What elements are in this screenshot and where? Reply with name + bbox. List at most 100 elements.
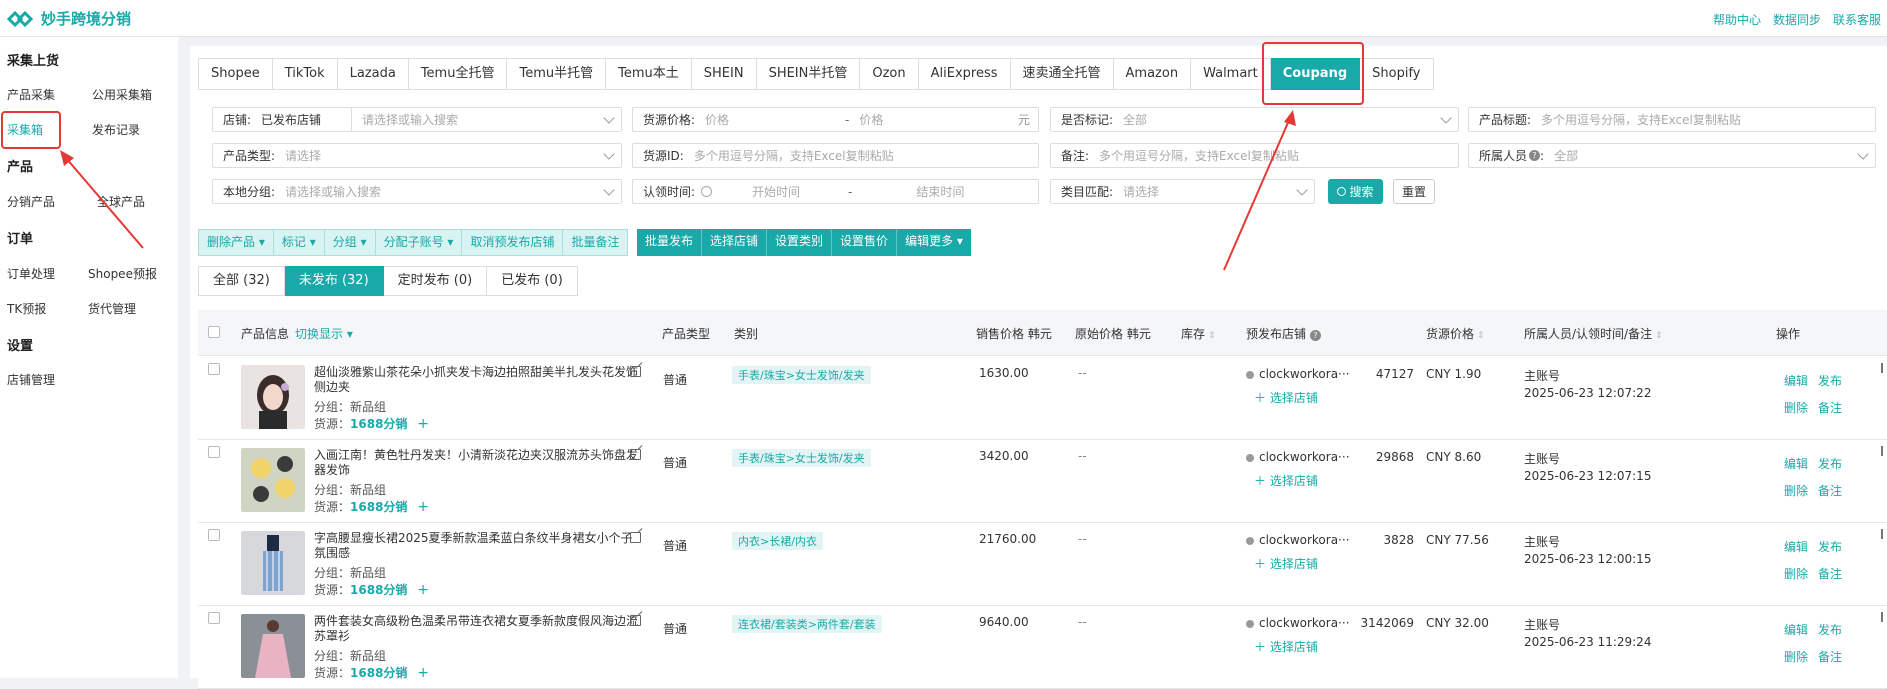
edit-link[interactable]: 编辑 (1784, 455, 1808, 472)
publish-link[interactable]: 发布 (1818, 455, 1842, 472)
row-checkbox[interactable] (208, 363, 220, 375)
store-search-input[interactable]: 请选择或输入搜索 (352, 111, 458, 128)
row-checkbox[interactable] (208, 529, 220, 541)
sidebar-item-public-collect-box[interactable]: 公用采集箱 (92, 86, 152, 103)
status-tab-scheduled[interactable]: 定时发布 (0) (383, 266, 488, 296)
tab-lazada[interactable]: Lazada (337, 58, 409, 90)
marked-filter[interactable]: 是否标记: 全部 (1050, 107, 1459, 132)
add-icon[interactable]: + (417, 665, 429, 681)
switch-display-toggle[interactable]: 切换显示 ▾ (295, 325, 353, 342)
choose-store-link[interactable]: ＋ 选择店铺 (1254, 555, 1318, 572)
data-sync-link[interactable]: 数据同步 (1773, 11, 1821, 28)
tab-aliexpress-full[interactable]: 速卖通全托管 (1010, 58, 1114, 90)
price-max-input[interactable]: 价格 (849, 111, 999, 128)
claim-time-filter[interactable]: 认领时间: 开始时间 - 结束时间 (632, 179, 1039, 204)
tab-shopee[interactable]: Shopee (198, 58, 273, 90)
delete-link[interactable]: 删除 (1784, 565, 1808, 582)
status-tab-published[interactable]: 已发布 (0) (487, 266, 578, 296)
product-image-striped-skirt[interactable] (241, 531, 305, 595)
edit-title-icon[interactable] (630, 532, 641, 543)
tab-walmart[interactable]: Walmart (1191, 58, 1271, 90)
tab-tiktok[interactable]: TikTok (272, 58, 338, 90)
edit-link[interactable]: 编辑 (1784, 538, 1808, 555)
publish-link[interactable]: 发布 (1818, 621, 1842, 638)
batch-remark-button[interactable]: 批量备注 (562, 229, 629, 256)
delete-products-button[interactable]: 删除产品 ▾ (198, 229, 273, 256)
remark-input[interactable]: 多个用逗号分隔，支持Excel复制粘贴 (1089, 147, 1299, 164)
search-button[interactable]: 搜索 (1328, 179, 1383, 204)
title-filter[interactable]: 产品标题: 多个用逗号分隔，支持Excel复制粘贴 (1468, 107, 1876, 132)
end-time-input[interactable]: 结束时间 (852, 183, 964, 200)
choose-store-link[interactable]: ＋ 选择店铺 (1254, 638, 1318, 655)
tab-amazon[interactable]: Amazon (1113, 58, 1192, 90)
sidebar-item-publish-records[interactable]: 发布记录 (92, 121, 140, 138)
sidebar-item-freight-forwarder[interactable]: 货代管理 (88, 300, 136, 317)
source-id-filter[interactable]: 货源ID: 多个用逗号分隔，支持Excel复制粘贴 (632, 143, 1039, 168)
status-tab-all[interactable]: 全部 (32) (198, 266, 285, 296)
tab-temu-full[interactable]: Temu全托管 (408, 58, 508, 90)
delete-link[interactable]: 删除 (1784, 482, 1808, 499)
edit-more-button[interactable]: 编辑更多 ▾ (897, 229, 971, 256)
publish-link[interactable]: 发布 (1818, 372, 1842, 389)
delete-link[interactable]: 删除 (1784, 399, 1808, 416)
group-search-input[interactable]: 请选择或输入搜索 (275, 183, 381, 200)
flag-icon[interactable] (1881, 446, 1887, 456)
source-link[interactable]: 1688分销 (350, 583, 407, 597)
group-button[interactable]: 分组 ▾ (323, 229, 375, 256)
select-all-checkbox[interactable] (208, 326, 220, 338)
product-image-pink-dress-set[interactable] (241, 614, 305, 678)
store-select[interactable]: 已发布店铺 (251, 111, 341, 128)
flag-icon[interactable] (1881, 363, 1887, 373)
sidebar-item-product-collect[interactable]: 产品采集 (7, 86, 55, 103)
product-title[interactable]: 字高腰显瘦长裙2025夏季新款温柔蓝白条纹半身裙女小个子氛围感 (314, 531, 642, 561)
add-icon[interactable]: + (417, 416, 429, 432)
stock-sort[interactable]: 库存 ⇕ (1181, 325, 1216, 342)
batch-publish-button[interactable]: 批量发布 (637, 229, 703, 256)
edit-title-icon[interactable] (630, 449, 641, 460)
set-category-button[interactable]: 设置类别 (767, 229, 833, 256)
product-title[interactable]: 入画江南！黄色牡丹发夹！小清新淡花边夹汉服流苏头饰盘发器发饰 (314, 448, 642, 478)
row-checkbox[interactable] (208, 612, 220, 624)
remark-link[interactable]: 备注 (1818, 565, 1842, 582)
price-filter[interactable]: 货源价格: 价格 - 价格 元 (632, 107, 1039, 132)
remark-link[interactable]: 备注 (1818, 399, 1842, 416)
owner-sort[interactable]: 所属人员/认领时间/备注 ⇕ (1524, 325, 1663, 342)
contact-support-link[interactable]: 联系客服 (1833, 11, 1881, 28)
product-title[interactable]: 两件套装女高级粉色温柔吊带连衣裙女夏季新款度假风海边流苏罩衫 (314, 614, 642, 644)
publish-link[interactable]: 发布 (1818, 538, 1842, 555)
remark-link[interactable]: 备注 (1818, 482, 1842, 499)
group-filter[interactable]: 本地分组: 请选择或输入搜索 (212, 179, 622, 204)
type-filter[interactable]: 产品类型: 请选择 (212, 143, 622, 168)
status-tab-unpublished[interactable]: 未发布 (32) (284, 266, 384, 296)
remark-filter[interactable]: 备注: 多个用逗号分隔，支持Excel复制粘贴 (1050, 143, 1459, 168)
sidebar-item-collect-box[interactable]: 采集箱 (7, 121, 43, 138)
tab-temu-semi[interactable]: Temu半托管 (507, 58, 607, 90)
tab-temu-local[interactable]: Temu本土 (606, 58, 692, 90)
flag-icon[interactable] (1881, 529, 1887, 539)
edit-title-icon[interactable] (630, 615, 641, 626)
title-input[interactable]: 多个用逗号分隔，支持Excel复制粘贴 (1531, 111, 1741, 128)
category-filter[interactable]: 类目匹配: 请选择 (1050, 179, 1315, 204)
price-min-input[interactable]: 价格 (695, 111, 845, 128)
sidebar-item-global-products[interactable]: 全球产品 (97, 193, 145, 210)
tab-coupang[interactable]: Coupang (1270, 58, 1361, 90)
choose-store-link[interactable]: ＋ 选择店铺 (1254, 389, 1318, 406)
cancel-pre-publish-button[interactable]: 取消预发布店铺 (461, 229, 563, 256)
start-time-input[interactable]: 开始时间 (712, 183, 848, 200)
flag-icon[interactable] (1881, 612, 1887, 622)
add-icon[interactable]: + (417, 582, 429, 598)
sidebar-item-order-processing[interactable]: 订单处理 (7, 265, 55, 282)
product-image-peony-hair-clip[interactable] (241, 448, 305, 512)
set-price-button[interactable]: 设置售价 (832, 229, 898, 256)
choose-store-button[interactable]: 选择店铺 (702, 229, 768, 256)
tab-ozon[interactable]: Ozon (860, 58, 919, 90)
edit-title-icon[interactable] (630, 366, 641, 377)
add-icon[interactable]: + (417, 499, 429, 515)
tab-shopify[interactable]: Shopify (1360, 58, 1434, 90)
source-link[interactable]: 1688分销 (350, 500, 407, 514)
mark-button[interactable]: 标记 ▾ (272, 229, 324, 256)
choose-store-link[interactable]: ＋ 选择店铺 (1254, 472, 1318, 489)
product-title[interactable]: 超仙淡雅紫山茶花朵小抓夹发卡海边拍照甜美半扎发头花发饰侧边夹 (314, 365, 642, 395)
tab-shein[interactable]: SHEIN (691, 58, 757, 90)
product-image-hair-clip-purple[interactable] (241, 365, 305, 429)
